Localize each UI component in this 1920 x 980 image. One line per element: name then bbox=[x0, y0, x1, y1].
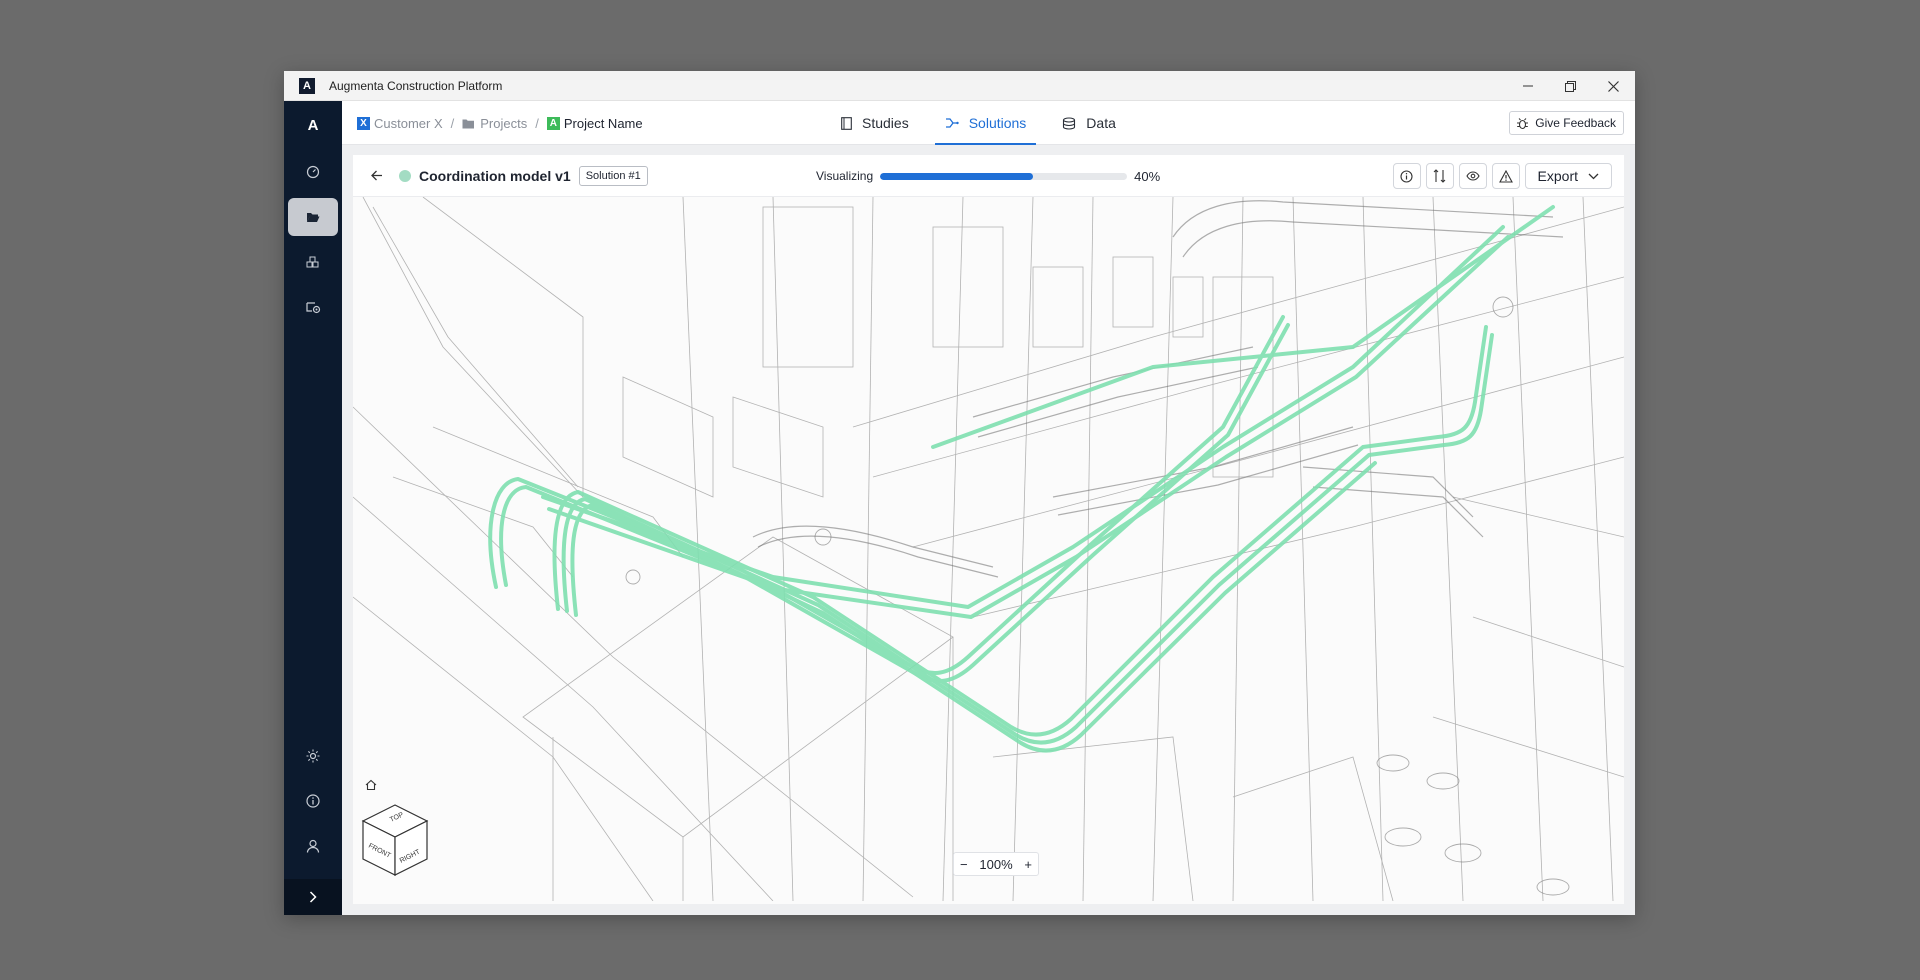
window-title: Augmenta Construction Platform bbox=[329, 78, 503, 93]
compare-icon bbox=[1433, 169, 1446, 183]
compare-button[interactable] bbox=[1425, 163, 1454, 189]
export-button[interactable]: Export bbox=[1524, 163, 1612, 189]
info-button[interactable] bbox=[1392, 163, 1421, 189]
chevron-right-icon bbox=[309, 891, 317, 903]
sidebar-item-info[interactable] bbox=[288, 782, 338, 820]
breadcrumb-customer-label: Customer X bbox=[374, 115, 443, 131]
title-bar: A Augmenta Construction Platform bbox=[284, 71, 1635, 101]
app-logo: A bbox=[299, 77, 315, 94]
sidebar-item-theme[interactable] bbox=[288, 737, 338, 775]
folder-icon bbox=[462, 119, 475, 128]
zoom-out-button[interactable]: − bbox=[960, 857, 968, 872]
3d-viewport[interactable]: TOP FRONT RIGHT − 100% + bbox=[353, 197, 1624, 904]
progress-percent: 40% bbox=[1134, 168, 1161, 184]
branches-icon bbox=[945, 118, 959, 128]
sidebar-logo: A bbox=[307, 117, 319, 134]
panel-tools: Export bbox=[1392, 163, 1612, 189]
sidebar-item-dashboard[interactable] bbox=[288, 153, 338, 191]
tab-solutions-label: Solutions bbox=[968, 115, 1027, 131]
customer-badge: X bbox=[357, 116, 370, 130]
progress-fill bbox=[880, 172, 1034, 180]
model-panel: Coordination model v1 Solution #1 Visual… bbox=[353, 155, 1624, 904]
top-bar: X Customer X / Projects / A Project Name… bbox=[342, 101, 1635, 145]
bug-icon bbox=[1517, 117, 1529, 129]
home-view-button[interactable] bbox=[365, 779, 377, 791]
sidebar: A bbox=[284, 101, 342, 915]
export-label: Export bbox=[1537, 168, 1578, 184]
sidebar-item-account[interactable] bbox=[288, 827, 338, 865]
tab-studies[interactable]: Studies bbox=[831, 101, 919, 145]
sidebar-item-components[interactable] bbox=[288, 243, 338, 281]
back-button[interactable] bbox=[371, 170, 383, 181]
breadcrumb-projects[interactable]: Projects bbox=[462, 116, 527, 131]
breadcrumb-separator: / bbox=[450, 115, 455, 131]
breadcrumb-customer[interactable]: X Customer X bbox=[357, 116, 443, 131]
route-gear-icon bbox=[305, 302, 320, 314]
chevron-down-icon bbox=[1588, 173, 1599, 179]
main-area: X Customer X / Projects / A Project Name… bbox=[342, 101, 1635, 915]
give-feedback-button[interactable]: Give Feedback bbox=[1509, 111, 1624, 135]
close-icon bbox=[1608, 80, 1619, 92]
folder-open-icon bbox=[307, 213, 320, 222]
breadcrumb-separator: / bbox=[535, 115, 539, 131]
progress-label: Visualizing bbox=[816, 169, 874, 183]
visibility-button[interactable] bbox=[1458, 163, 1487, 189]
window-controls bbox=[1506, 71, 1635, 100]
give-feedback-label: Give Feedback bbox=[1535, 116, 1616, 130]
sidebar-expand-button[interactable] bbox=[284, 879, 342, 915]
project-badge: A bbox=[546, 116, 560, 130]
database-icon bbox=[1063, 116, 1076, 130]
building-wireframe bbox=[353, 197, 1624, 901]
tab-studies-label: Studies bbox=[862, 115, 909, 131]
zoom-control: − 100% + bbox=[953, 852, 1039, 876]
warning-icon bbox=[1498, 169, 1513, 183]
breadcrumb-projects-label: Projects bbox=[480, 115, 528, 131]
model-name: Coordination model v1 bbox=[419, 167, 571, 184]
user-icon bbox=[306, 839, 320, 853]
sidebar-item-routing-settings[interactable] bbox=[288, 288, 338, 326]
breadcrumb: X Customer X / Projects / A Project Name bbox=[357, 101, 643, 145]
home-icon bbox=[365, 779, 377, 791]
zoom-in-button[interactable]: + bbox=[1024, 857, 1032, 872]
info-icon bbox=[1400, 169, 1413, 183]
solution-tag: Solution #1 bbox=[578, 165, 648, 186]
main-tabs: Studies Solutions Data bbox=[831, 101, 1142, 145]
restore-icon bbox=[1565, 80, 1576, 92]
minimize-button[interactable] bbox=[1506, 71, 1549, 101]
close-button[interactable] bbox=[1592, 71, 1635, 101]
breadcrumb-project[interactable]: A Project Name bbox=[546, 115, 643, 131]
zoom-level: 100% bbox=[979, 856, 1013, 872]
app-window: A Augmenta Construction Platform A X Cus… bbox=[284, 71, 1635, 915]
progress-track bbox=[880, 172, 1128, 180]
minimize-icon bbox=[1522, 85, 1533, 87]
eye-icon bbox=[1465, 171, 1480, 181]
restore-button[interactable] bbox=[1549, 71, 1592, 101]
sun-icon bbox=[306, 749, 320, 763]
breadcrumb-project-label: Project Name bbox=[563, 115, 643, 131]
sidebar-item-projects[interactable] bbox=[288, 198, 338, 236]
gauge-icon bbox=[306, 165, 320, 179]
info-icon bbox=[306, 794, 320, 808]
blocks-icon bbox=[306, 256, 319, 268]
arrow-left-icon bbox=[371, 170, 382, 181]
tab-data-label: Data bbox=[1086, 115, 1116, 131]
visualizing-progress: Visualizing 40% bbox=[816, 155, 1160, 197]
panel-header: Coordination model v1 Solution #1 Visual… bbox=[353, 155, 1624, 197]
tab-data[interactable]: Data bbox=[1052, 101, 1126, 145]
document-icon bbox=[841, 116, 852, 130]
view-cube[interactable]: TOP FRONT RIGHT bbox=[361, 803, 429, 877]
status-dot bbox=[399, 169, 411, 182]
warnings-button[interactable] bbox=[1491, 163, 1520, 189]
tab-solutions[interactable]: Solutions bbox=[934, 101, 1037, 145]
